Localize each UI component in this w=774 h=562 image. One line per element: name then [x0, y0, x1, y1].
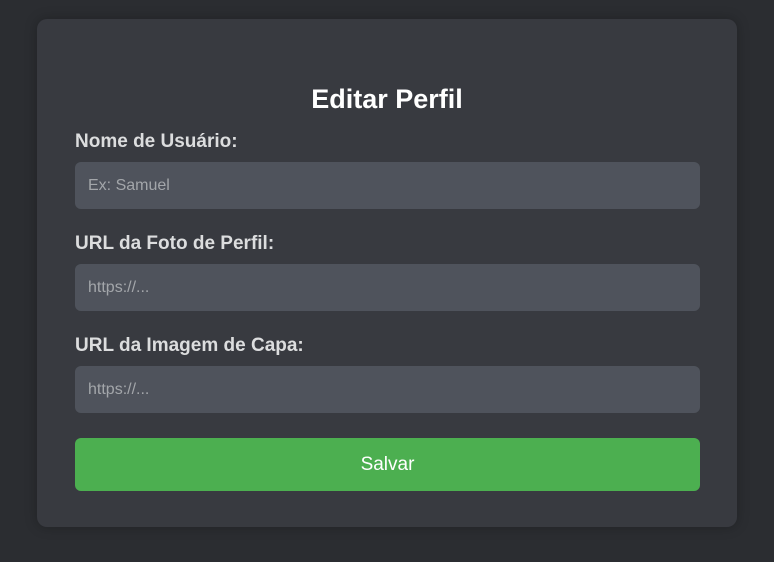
username-input[interactable]: [75, 162, 700, 209]
profile-photo-url-label: URL da Foto de Perfil:: [75, 233, 275, 254]
username-label: Nome de Usuário:: [75, 131, 238, 152]
edit-profile-card: Editar Perfil Nome de Usuário: URL da Fo…: [37, 19, 737, 527]
cover-image-url-label: URL da Imagem de Capa:: [75, 335, 304, 356]
page-title: Editar Perfil: [311, 84, 463, 114]
profile-photo-url-input[interactable]: [75, 264, 700, 311]
save-button[interactable]: Salvar: [75, 438, 700, 491]
cover-image-url-input[interactable]: [75, 366, 700, 413]
